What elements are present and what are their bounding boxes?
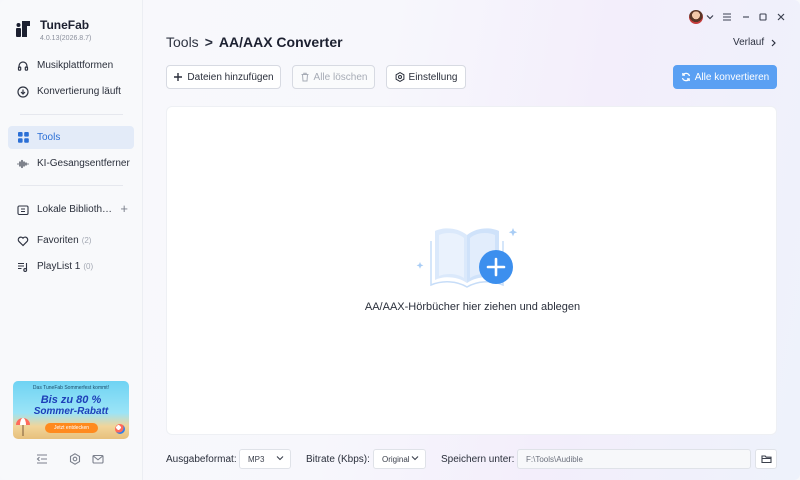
- breadcrumb-tools[interactable]: Tools: [166, 34, 199, 50]
- clear-all-label: Alle löschen: [313, 71, 368, 83]
- minimize-icon[interactable]: [741, 10, 751, 24]
- library-icon: [17, 204, 29, 216]
- sidebar-item-label: PlayList 1: [37, 261, 81, 272]
- chevron-right-icon: [771, 39, 776, 46]
- sidebar-item-tools[interactable]: Tools: [8, 126, 134, 149]
- convert-all-label: Alle konvertieren: [694, 71, 770, 83]
- save-location-label: Speichern unter:: [441, 454, 515, 465]
- settings-label: Einstellung: [408, 71, 458, 83]
- close-icon[interactable]: [776, 10, 786, 24]
- convert-all-button[interactable]: Alle konvertieren: [673, 65, 777, 89]
- app-window: TuneFab 4.0.13(2026.8.7) Musikplattforme…: [0, 0, 800, 480]
- tunefab-logo-icon: [16, 21, 30, 37]
- promo-banner[interactable]: Das TuneFab Sommerfest kommt! Bis zu 80 …: [13, 381, 129, 439]
- history-label: Verlauf: [733, 37, 765, 48]
- sidebar-item-konvertierung[interactable]: Konvertierung läuft: [8, 80, 134, 103]
- bitrate-select[interactable]: Original: [373, 449, 426, 469]
- breadcrumb: Tools > AA/AAX Converter: [166, 34, 343, 50]
- sidebar-item-musikplattformen[interactable]: Musikplattformen: [8, 54, 134, 77]
- settings-button[interactable]: Einstellung: [386, 65, 466, 89]
- headphones-icon: [17, 60, 29, 72]
- promo-top-text: Das TuneFab Sommerfest kommt!: [32, 385, 110, 391]
- save-path-field[interactable]: F:\Tools\Audible: [517, 449, 751, 469]
- menu-icon[interactable]: [722, 10, 732, 24]
- maximize-icon[interactable]: [758, 10, 768, 24]
- settings-hex-icon[interactable]: [68, 452, 82, 466]
- add-files-label: Dateien hinzufügen: [187, 71, 274, 83]
- sidebar-item-label: KI-Gesangsentferner: [37, 158, 130, 169]
- sidebar-item-label: Favoriten: [37, 235, 79, 246]
- add-files-button[interactable]: Dateien hinzufügen: [166, 65, 281, 89]
- browse-folder-button[interactable]: [755, 449, 777, 469]
- chevron-down-icon: [411, 456, 419, 461]
- drop-zone-text: AA/AAX-Hörbücher hier ziehen und ablegen: [364, 301, 581, 313]
- open-book-plus-icon: [416, 228, 518, 288]
- sidebar: TuneFab 4.0.13(2026.8.7) Musikplattforme…: [0, 0, 143, 480]
- format-select[interactable]: MP3: [239, 449, 291, 469]
- trash-icon: [300, 72, 310, 82]
- sidebar-item-label: Konvertierung läuft: [37, 86, 121, 97]
- settings-hex-icon: [395, 72, 405, 82]
- sidebar-divider: [20, 114, 123, 115]
- app-name: TuneFab: [40, 18, 90, 32]
- clear-all-button[interactable]: Alle löschen: [292, 65, 375, 89]
- favorites-count: (2): [81, 236, 92, 245]
- app-version: 4.0.13(2026.8.7): [40, 35, 92, 42]
- sidebar-item-favoriten[interactable]: Favoriten (2): [8, 229, 134, 252]
- history-link[interactable]: Verlauf: [733, 37, 777, 48]
- sidebar-item-label: Lokale Biblioth…: [37, 204, 113, 215]
- download-circle-icon: [17, 85, 29, 98]
- chevron-down-icon: [276, 456, 284, 461]
- promo-subheadline: Sommer-Rabatt: [33, 406, 109, 417]
- page-title: AA/AAX Converter: [218, 34, 343, 50]
- bitrate-label: Bitrate (Kbps):: [306, 454, 370, 465]
- waveform-icon: [17, 158, 29, 170]
- grid-icon: [17, 132, 29, 144]
- bitrate-value: Original: [382, 454, 410, 464]
- sidebar-footer: [0, 450, 143, 470]
- refresh-icon: [681, 72, 691, 82]
- sidebar-item-lokale-bibliothek[interactable]: Lokale Biblioth… +: [8, 198, 134, 221]
- add-library-button[interactable]: +: [120, 202, 128, 215]
- beach-ball-icon: [115, 424, 125, 434]
- breadcrumb-separator: >: [204, 34, 213, 50]
- drop-zone[interactable]: AA/AAX-Hörbücher hier ziehen und ablegen: [166, 106, 777, 435]
- playlist-count: (0): [83, 262, 94, 271]
- heart-icon: [17, 235, 29, 247]
- mail-icon[interactable]: [91, 452, 105, 466]
- sidebar-divider: [20, 185, 123, 186]
- output-settings-bar: Ausgabeformat: MP3 Bitrate (Kbps): Origi…: [166, 449, 778, 470]
- brand: TuneFab 4.0.13(2026.8.7): [14, 18, 91, 44]
- sidebar-item-ki-gesangsentferner[interactable]: KI-Gesangsentferner: [8, 152, 134, 175]
- user-avatar[interactable]: [689, 10, 703, 24]
- save-path-value: F:\Tools\Audible: [526, 454, 583, 464]
- umbrella-icon: [16, 418, 30, 436]
- chevron-down-icon[interactable]: [706, 10, 714, 24]
- folder-icon: [760, 455, 772, 464]
- sidebar-item-label: Musikplattformen: [37, 60, 114, 71]
- promo-button[interactable]: Jetzt entdecken: [45, 423, 98, 433]
- sidebar-item-label: Tools: [37, 132, 61, 143]
- format-value: MP3: [248, 454, 265, 464]
- plus-icon: [173, 72, 183, 82]
- promo-headline: Bis zu 80 %: [40, 394, 102, 406]
- collapse-sidebar-icon[interactable]: [35, 452, 49, 466]
- format-label: Ausgabeformat:: [166, 454, 237, 465]
- playlist-icon: [17, 261, 29, 273]
- sidebar-item-playlist-1[interactable]: PlayList 1 (0): [8, 255, 134, 278]
